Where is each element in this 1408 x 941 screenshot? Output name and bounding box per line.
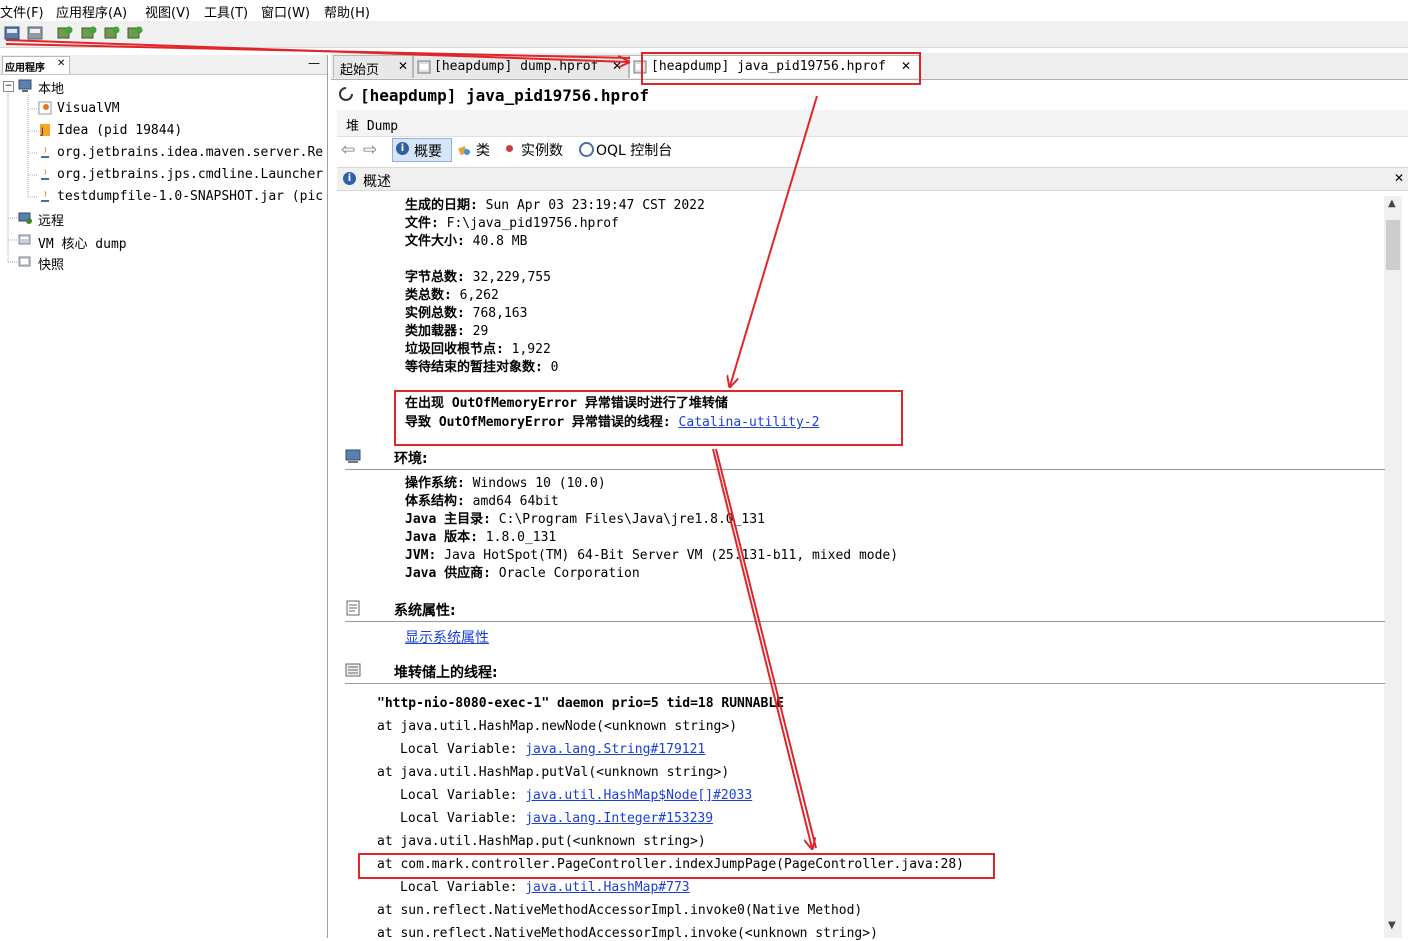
annotation-arrows <box>5 39 818 938</box>
annotation-arrow <box>730 95 818 386</box>
annotation-arrow <box>5 43 631 59</box>
annotation-arrow <box>712 448 812 848</box>
annotation-arrow <box>715 448 817 849</box>
